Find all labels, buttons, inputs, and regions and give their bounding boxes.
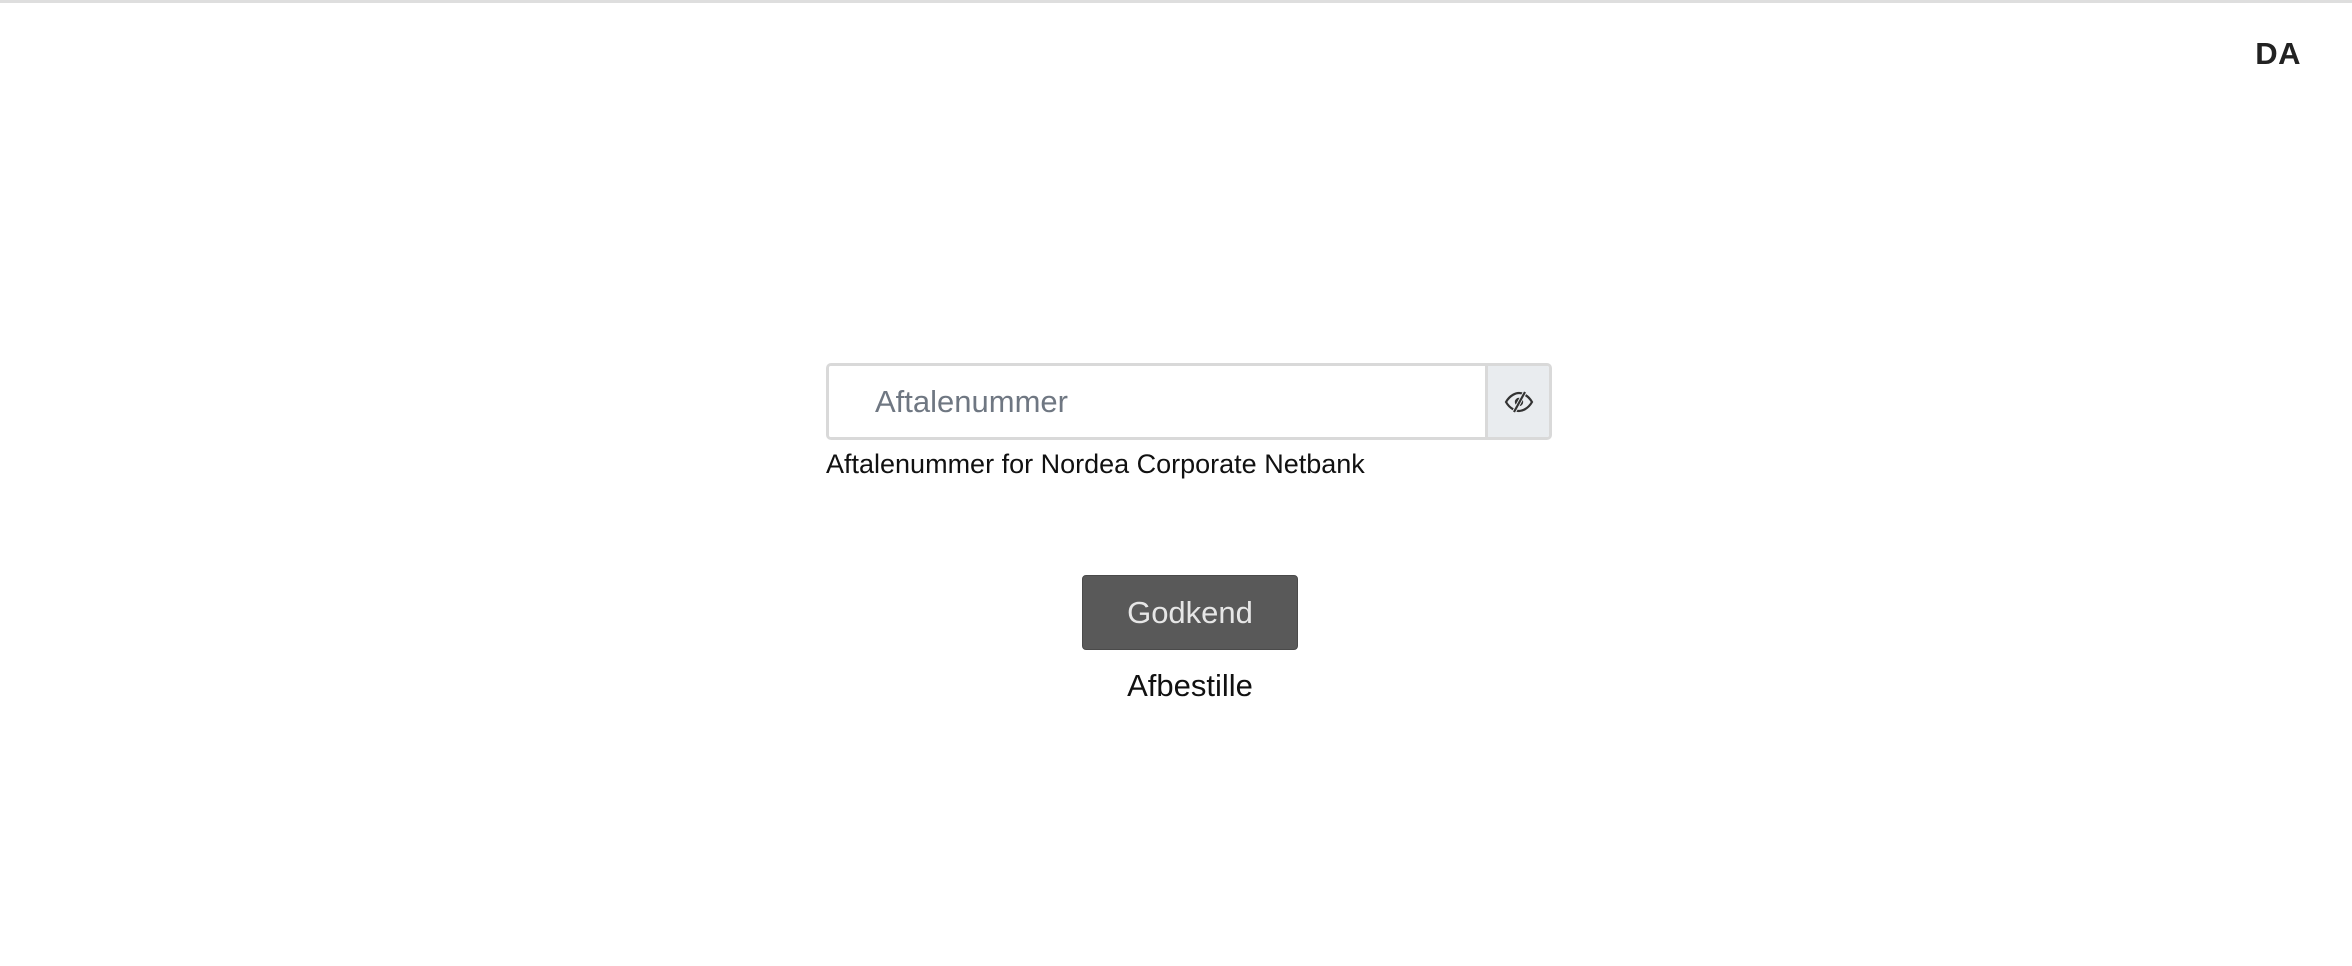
approve-button[interactable]: Godkend (1082, 575, 1298, 650)
agreement-field-group: Aftalenummer for Nordea Corporate Netban… (826, 363, 1552, 480)
agreement-input-group (826, 363, 1552, 440)
agreement-help-text: Aftalenummer for Nordea Corporate Netban… (826, 449, 1365, 479)
language-selector[interactable]: DA (2255, 36, 2301, 72)
agreement-number-input[interactable] (829, 366, 1485, 437)
toggle-visibility-button[interactable] (1485, 366, 1549, 437)
cancel-link[interactable]: Afbestille (1082, 668, 1298, 704)
eye-slash-icon (1504, 390, 1533, 413)
top-divider (0, 0, 2352, 3)
